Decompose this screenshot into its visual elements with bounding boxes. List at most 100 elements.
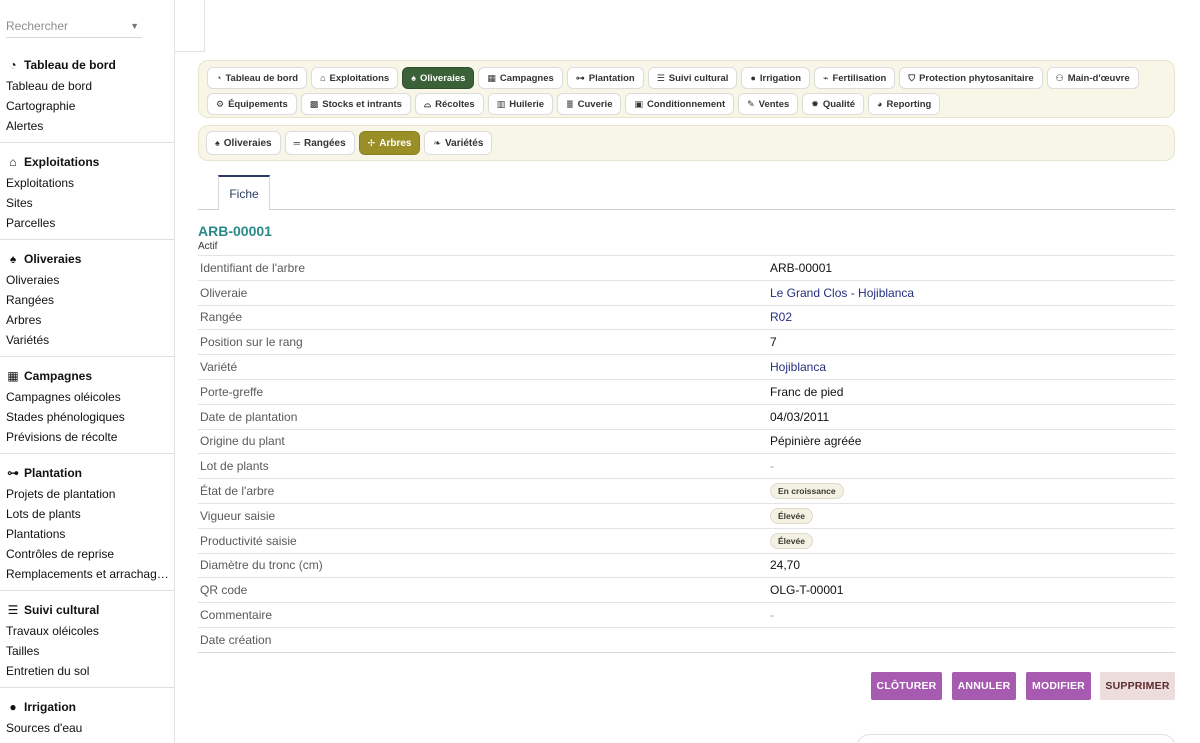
field-label: Productivité saisie bbox=[198, 527, 768, 554]
sidebar-section-title[interactable]: ● Irrigation bbox=[0, 696, 174, 718]
module-tab-label: Stocks et intrants bbox=[322, 98, 402, 110]
sidebar-section-title[interactable]: ◔ Tableau de bord bbox=[0, 54, 174, 76]
module-tab-11[interactable]: ▩ Stocks et intrants bbox=[300, 93, 411, 115]
module-tab-8[interactable]: ⛉ Protection phytosanitaire bbox=[899, 67, 1043, 89]
sidebar-item[interactable]: Exploitations bbox=[0, 173, 174, 193]
module-tab-7[interactable]: ⌁ Fertilisation bbox=[814, 67, 896, 89]
sidebar-item[interactable]: Stades phénologiques bbox=[0, 407, 174, 427]
home-icon: ⌂ bbox=[9, 155, 17, 169]
module-tab-4[interactable]: ⊶ Plantation bbox=[566, 67, 644, 89]
cancel-button[interactable]: ANNULER bbox=[952, 672, 1016, 700]
module-tab-15[interactable]: ▣ Conditionnement bbox=[625, 93, 735, 115]
home-icon: ⌂ bbox=[320, 73, 326, 83]
sidebar-section-label: Suivi cultural bbox=[24, 603, 100, 617]
module-tab-2[interactable]: ♠ Oliveraies bbox=[402, 67, 475, 89]
field-value-cell[interactable]: R02 bbox=[768, 304, 1175, 330]
module-tab-0[interactable]: ◔ Tableau de bord bbox=[207, 67, 308, 89]
module-tab-1[interactable]: ⌂ Exploitations bbox=[311, 67, 399, 89]
module-tab-label: Huilerie bbox=[509, 98, 545, 110]
module-tab-17[interactable]: ✹ Qualité bbox=[802, 93, 865, 115]
sidebar-section-4: ⊶ Plantation Projets de plantation Lots de … bbox=[0, 460, 174, 591]
footer-panel-edge bbox=[856, 734, 1176, 743]
field-value-cell: Élevée bbox=[768, 502, 1175, 529]
record-title: ARB-00001 bbox=[198, 223, 272, 239]
sidebar-section-title[interactable]: ♠ Oliveraies bbox=[0, 248, 174, 270]
module-bar: ◔ Tableau de bord ⌂ Exploitations ♠ Oliveraie… bbox=[198, 60, 1175, 118]
sidebar-item[interactable]: Alertes bbox=[0, 116, 174, 136]
sidebar-item[interactable]: Campagnes oléicoles bbox=[0, 387, 174, 407]
module-tab-6[interactable]: ● Irrigation bbox=[741, 67, 811, 89]
sidebar-item[interactable]: Programmes d'irrigation bbox=[0, 738, 174, 743]
field-value-cell: - bbox=[768, 602, 1175, 628]
sidebar-item[interactable]: Cartographie bbox=[0, 96, 174, 116]
field-value: Pépinière agréée bbox=[770, 434, 862, 449]
search-select[interactable]: Rechercher ▼ bbox=[6, 14, 142, 38]
sidebar-item[interactable]: Arbres bbox=[0, 310, 174, 330]
submodule-tab-label: Arbres bbox=[379, 137, 412, 149]
submodule-tab-3[interactable]: ❧ Variétés bbox=[424, 131, 493, 155]
field-value-cell: OLG-T-00001 bbox=[768, 577, 1175, 603]
sidebar-section-title[interactable]: ⊶ Plantation bbox=[0, 462, 174, 484]
status-badge: En croissance bbox=[770, 483, 844, 500]
chevron-down-icon[interactable]: ▼ bbox=[130, 21, 139, 31]
sidebar-section-title[interactable]: ▦ Campagnes bbox=[0, 365, 174, 387]
sidebar-item[interactable]: Contrôles de reprise bbox=[0, 544, 174, 564]
calendar-icon: ▦ bbox=[7, 369, 19, 383]
module-tab-3[interactable]: ▦ Campagnes bbox=[478, 67, 563, 89]
field-label: Lot de plants bbox=[198, 453, 768, 479]
module-tab-10[interactable]: ⚙ Équipements bbox=[207, 93, 297, 115]
main-content: ◔ Tableau de bord ⌂ Exploitations ♠ Oliveraie… bbox=[198, 60, 1175, 653]
sidebar-item[interactable]: Projets de plantation bbox=[0, 484, 174, 504]
sidebar-item[interactable]: Oliveraies bbox=[0, 270, 174, 290]
field-value-cell: En croissance bbox=[768, 478, 1175, 504]
sidebar-section-label: Tableau de bord bbox=[24, 58, 116, 72]
sidebar-item[interactable]: Remplacements et arrachages bbox=[0, 564, 174, 584]
close-button[interactable]: CLÔTURER bbox=[871, 672, 942, 700]
field-label: Origine du plant bbox=[198, 428, 768, 454]
sidebar-item[interactable]: Plantations bbox=[0, 524, 174, 544]
sidebar-item[interactable]: Parcelles bbox=[0, 213, 174, 233]
module-tab-16[interactable]: ✎ Ventes bbox=[738, 93, 799, 115]
edit-button[interactable]: MODIFIER bbox=[1026, 672, 1091, 700]
table-row: État de l'arbre En croissance bbox=[198, 478, 1175, 504]
sidebar-item[interactable]: Lots de plants bbox=[0, 504, 174, 524]
table-row: Date création bbox=[198, 626, 1175, 653]
field-link[interactable]: Le Grand Clos - Hojiblanca bbox=[770, 286, 914, 300]
sidebar-item[interactable]: Travaux oléicoles bbox=[0, 621, 174, 641]
module-tab-5[interactable]: ☰ Suivi cultural bbox=[647, 67, 738, 89]
sidebar-section-title[interactable]: ⌂ Exploitations bbox=[0, 151, 174, 173]
sidebar-item[interactable]: Sources d'eau bbox=[0, 718, 174, 738]
delete-button[interactable]: SUPPRIMER bbox=[1100, 672, 1175, 700]
calendar-icon: ▦ bbox=[487, 72, 496, 83]
field-value-cell[interactable]: Le Grand Clos - Hojiblanca bbox=[768, 279, 1175, 306]
tractor-icon: ⚙ bbox=[216, 98, 225, 109]
field-value-cell[interactable]: Hojiblanca bbox=[768, 354, 1175, 380]
sidebar-item[interactable]: Prévisions de récolte bbox=[0, 427, 174, 447]
sidebar-item[interactable]: Sites bbox=[0, 193, 174, 213]
sidebar-item[interactable]: Rangées bbox=[0, 290, 174, 310]
field-link[interactable]: R02 bbox=[770, 310, 792, 324]
field-link[interactable]: Hojiblanca bbox=[770, 360, 826, 374]
sidebar-item[interactable]: Entretien du sol bbox=[0, 661, 174, 681]
module-tab-18[interactable]: ◕ Reporting bbox=[868, 93, 941, 115]
module-tab-13[interactable]: ▥ Huilerie bbox=[487, 93, 554, 115]
sidebar-item[interactable]: Variétés bbox=[0, 330, 174, 350]
certificate-icon: ✹ bbox=[811, 98, 819, 109]
submodule-tab-1[interactable]: ═ Rangées bbox=[284, 131, 355, 155]
submodule-tab-2[interactable]: ✢ Arbres bbox=[358, 131, 421, 155]
module-tab-14[interactable]: ≣ Cuverie bbox=[557, 93, 622, 115]
sidebar-item[interactable]: Tableau de bord bbox=[0, 76, 174, 96]
tab-fiche[interactable]: Fiche bbox=[218, 175, 270, 210]
module-tab-12[interactable]: ⌓ Récoltes bbox=[414, 93, 484, 115]
sidebar-nav: ◔ Tableau de bord Tableau de bord Cartograp… bbox=[0, 52, 174, 743]
table-row: Vigueur saisie Élevée bbox=[198, 502, 1175, 529]
sidebar-item[interactable]: Tailles bbox=[0, 641, 174, 661]
field-value: OLG-T-00001 bbox=[770, 583, 844, 598]
sidebar-section-label: Campagnes bbox=[24, 369, 93, 383]
submodule-tab-0[interactable]: ♠ Oliveraies bbox=[206, 131, 281, 155]
sidebar-section-title[interactable]: ☰ Suivi cultural bbox=[0, 599, 174, 621]
module-tab-label: Fertilisation bbox=[832, 72, 887, 84]
field-value: - bbox=[770, 608, 774, 623]
packages-icon: ▣ bbox=[634, 98, 643, 109]
module-tab-9[interactable]: ⚇ Main-d'œuvre bbox=[1046, 67, 1139, 89]
